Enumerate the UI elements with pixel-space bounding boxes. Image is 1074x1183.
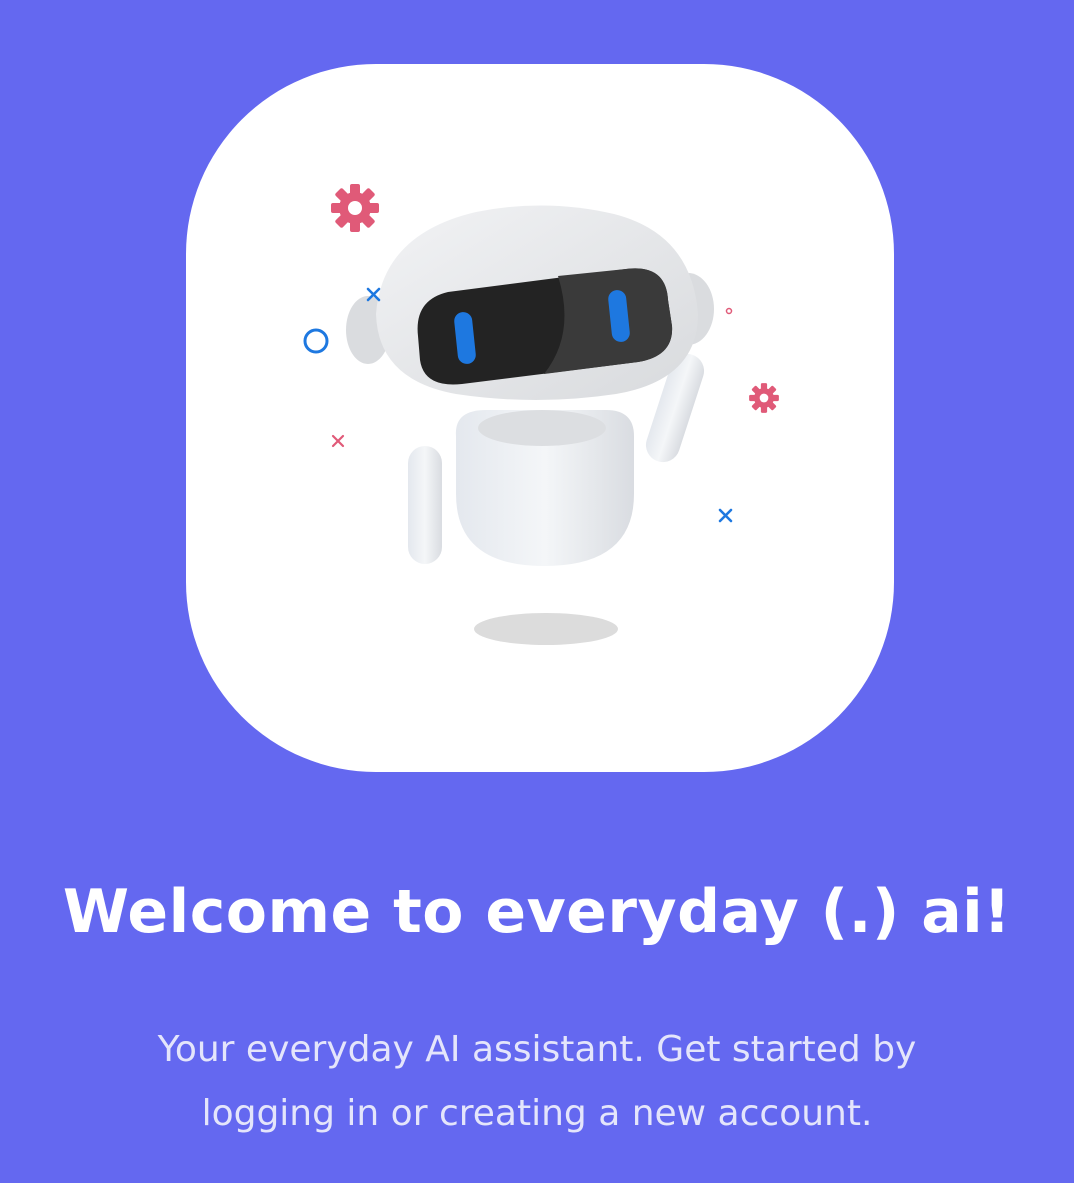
- circle-icon: [303, 328, 329, 354]
- welcome-subtitle: Your everyday AI assistant. Get started …: [157, 1029, 917, 1134]
- robot-illustration: [303, 184, 779, 645]
- robot-neck: [478, 410, 606, 446]
- robot-left-arm: [408, 446, 442, 564]
- cross-icon: [718, 508, 733, 523]
- welcome-title: Welcome to everyday (.) ai!: [62, 877, 1012, 947]
- app-icon-card: [186, 64, 894, 772]
- welcome-screen: Welcome to everyday (.) ai! Your everyda…: [0, 0, 1074, 1183]
- gear-icon: [331, 184, 379, 232]
- gear-icon: [749, 383, 779, 413]
- dot-icon: [725, 307, 733, 315]
- cross-icon: [331, 434, 345, 448]
- robot-shadow: [474, 613, 618, 645]
